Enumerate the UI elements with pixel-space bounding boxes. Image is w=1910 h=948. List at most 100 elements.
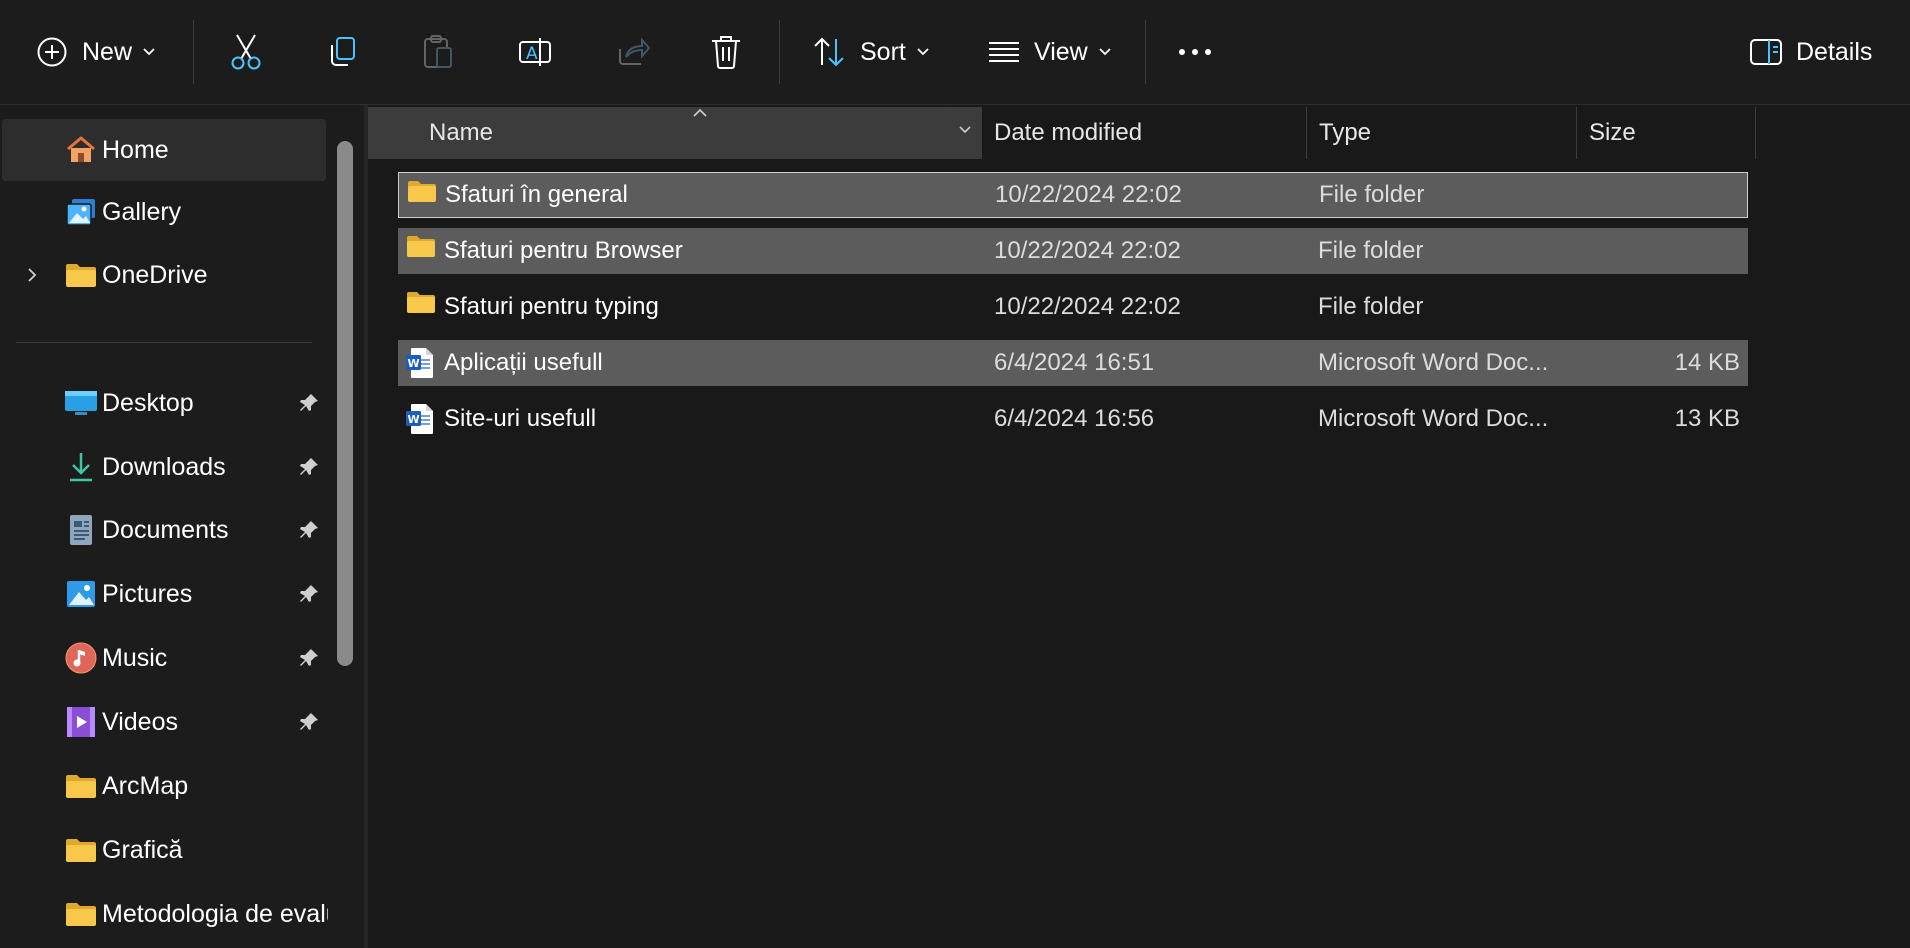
- nav-label: ArcMap: [102, 771, 189, 800]
- file-name: Sfaturi pentru typing: [444, 293, 659, 320]
- chevron-down-icon: [917, 48, 929, 56]
- file-row[interactable]: Sfaturi pentru Browser 10/22/2024 22:02 …: [398, 228, 1748, 274]
- folder-icon: [408, 181, 436, 202]
- nav-item-onedrive[interactable]: OneDrive: [2, 244, 326, 306]
- documents-icon: [64, 513, 98, 547]
- more-icon: [1179, 49, 1211, 55]
- word-doc-icon: W: [406, 404, 433, 434]
- nav-divider: [16, 342, 312, 343]
- more-options-button[interactable]: [1178, 0, 1212, 104]
- cut-button[interactable]: [228, 0, 264, 104]
- file-date: 6/4/2024 16:56: [994, 405, 1155, 432]
- share-button[interactable]: [616, 0, 650, 104]
- toolbar-separator: [779, 20, 780, 84]
- desktop-icon: [64, 386, 98, 420]
- rename-button[interactable]: A: [518, 0, 554, 104]
- nav-label: Home: [102, 135, 169, 164]
- file-row[interactable]: W Aplicații usefull 6/4/2024 16:51 Micro…: [398, 340, 1748, 386]
- nav-item-videos[interactable]: Videos: [2, 691, 326, 753]
- cut-icon: [231, 34, 261, 70]
- word-doc-icon: W: [406, 348, 433, 378]
- share-icon: [619, 37, 650, 65]
- chevron-down-icon[interactable]: [958, 125, 972, 135]
- column-label: Type: [1319, 119, 1372, 146]
- new-button[interactable]: New: [36, 0, 156, 104]
- chevron-down-icon: [1099, 48, 1111, 56]
- details-pane-icon: [1750, 39, 1782, 65]
- nav-item-documents[interactable]: Documents: [2, 499, 326, 561]
- column-header-size[interactable]: Size: [1577, 107, 1757, 159]
- folder-icon: [64, 833, 98, 867]
- pin-icon[interactable]: [298, 647, 320, 669]
- column-header-name[interactable]: Name: [368, 107, 981, 159]
- paste-button[interactable]: [422, 0, 454, 104]
- copy-button[interactable]: [326, 0, 358, 104]
- nav-item-pictures[interactable]: Pictures: [2, 563, 326, 625]
- folder-icon: [407, 236, 435, 257]
- nav-item-downloads[interactable]: Downloads: [2, 436, 326, 498]
- pin-icon[interactable]: [298, 711, 320, 733]
- file-date: 10/22/2024 22:02: [995, 181, 1182, 208]
- file-name: Sfaturi în general: [445, 181, 628, 208]
- column-separator[interactable]: [1755, 107, 1756, 159]
- delete-icon: [712, 36, 740, 69]
- sort-button[interactable]: Sort: [812, 0, 930, 104]
- pictures-icon: [64, 577, 98, 611]
- nav-label: Videos: [102, 707, 178, 736]
- sort-label: Sort: [860, 37, 906, 66]
- pin-icon[interactable]: [298, 583, 320, 605]
- view-label: View: [1034, 37, 1088, 66]
- column-separator[interactable]: [949, 107, 950, 159]
- file-date: 6/4/2024 16:51: [994, 349, 1155, 376]
- nav-item-gallery[interactable]: Gallery: [2, 181, 326, 243]
- nav-item-grafica[interactable]: Grafică: [2, 819, 326, 881]
- nav-item-metodologia[interactable]: Metodologia de evalu: [2, 883, 328, 945]
- download-icon: [64, 450, 98, 484]
- folder-icon: [64, 897, 98, 931]
- command-bar: New A Sort View Details: [0, 0, 1910, 105]
- nav-label: Music: [102, 643, 168, 672]
- column-label: Name: [429, 119, 494, 146]
- file-date: 10/22/2024 22:02: [994, 237, 1181, 264]
- nav-label: Grafică: [102, 835, 183, 864]
- nav-label: Desktop: [102, 388, 194, 417]
- chevron-down-icon: [143, 48, 155, 56]
- file-size: 13 KB: [1674, 405, 1740, 432]
- paste-icon: [424, 35, 452, 68]
- nav-label: Gallery: [102, 197, 182, 226]
- pin-icon[interactable]: [298, 456, 320, 478]
- file-list: Name Date modified Type Size Sfaturi în …: [368, 105, 1910, 948]
- nav-label: OneDrive: [102, 260, 208, 289]
- home-icon: [64, 133, 98, 167]
- folder-icon: [64, 258, 98, 292]
- column-header-type[interactable]: Type: [1307, 107, 1577, 159]
- details-pane-button[interactable]: Details: [1750, 0, 1872, 104]
- nav-item-desktop[interactable]: Desktop: [2, 372, 326, 434]
- file-row[interactable]: Sfaturi în general 10/22/2024 22:02 File…: [398, 172, 1748, 218]
- toolbar-separator: [1145, 20, 1146, 84]
- copy-icon: [331, 37, 355, 66]
- file-row[interactable]: W Site-uri usefull 6/4/2024 16:56 Micros…: [398, 396, 1748, 442]
- details-label: Details: [1796, 37, 1873, 66]
- nav-item-home[interactable]: Home: [2, 119, 326, 181]
- toolbar-separator: [193, 20, 194, 84]
- file-row[interactable]: Sfaturi pentru typing 10/22/2024 22:02 F…: [398, 284, 1748, 330]
- music-icon: [64, 641, 98, 675]
- svg-text:W: W: [408, 357, 420, 370]
- plus-circle-icon: [37, 37, 67, 67]
- nav-label: Documents: [102, 515, 229, 544]
- folder-icon: [407, 292, 435, 313]
- nav-scrollbar-thumb[interactable]: [337, 141, 353, 666]
- view-button[interactable]: View: [988, 0, 1112, 104]
- file-type: Microsoft Word Doc...: [1318, 349, 1549, 376]
- file-name: Aplicații usefull: [444, 349, 603, 376]
- svg-text:A: A: [526, 44, 538, 64]
- nav-item-arcmap[interactable]: ArcMap: [2, 755, 326, 817]
- nav-item-music[interactable]: Music: [2, 627, 326, 689]
- delete-button[interactable]: [710, 0, 742, 104]
- column-label: Date modified: [994, 119, 1143, 146]
- chevron-right-icon[interactable]: [26, 266, 38, 284]
- pin-icon[interactable]: [298, 519, 320, 541]
- file-type: Microsoft Word Doc...: [1318, 405, 1549, 432]
- pin-icon[interactable]: [298, 392, 320, 414]
